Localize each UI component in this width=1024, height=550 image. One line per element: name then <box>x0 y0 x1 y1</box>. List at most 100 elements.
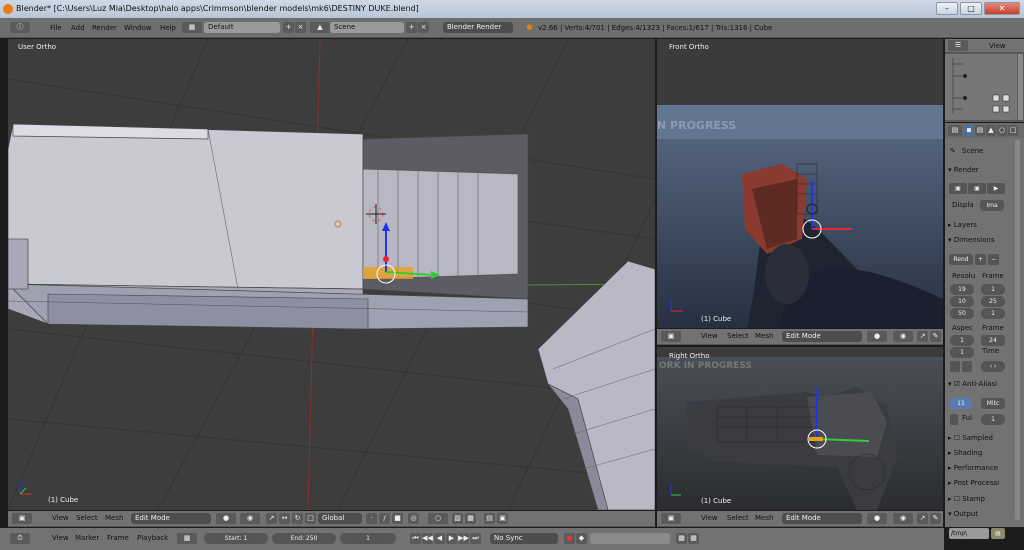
frame-end-field[interactable]: 25 <box>981 296 1005 307</box>
screen-layout-icon[interactable]: ▦ <box>182 22 202 33</box>
remove-preset-button[interactable]: − <box>988 254 999 265</box>
minimize-button[interactable]: – <box>936 2 958 15</box>
keying-icon[interactable]: ◆ <box>576 533 587 544</box>
menu-mesh[interactable]: Mesh <box>105 511 123 526</box>
jump-start-icon[interactable]: ⏮ <box>410 533 421 544</box>
scene-icon[interactable]: ▲ <box>310 22 330 33</box>
filter-size-field[interactable]: 1 <box>981 414 1005 425</box>
outliner-editor-icon[interactable]: ☰ <box>948 40 968 51</box>
viewport-shading-icon[interactable]: ● <box>867 513 887 524</box>
jump-keyframe-forward-icon[interactable]: ▶▶ <box>458 533 469 544</box>
timeline-menu-playback[interactable]: Playback <box>137 531 168 546</box>
timeline-menu-marker[interactable]: Marker <box>75 531 99 546</box>
snap-icon[interactable]: ▧ <box>452 513 463 524</box>
sampled-section-header[interactable]: ▸ ☐ Sampled <box>948 432 1016 445</box>
menu-render[interactable]: Render <box>92 21 117 36</box>
mode-select[interactable]: Edit Mode <box>131 513 211 524</box>
maximize-button[interactable]: □ <box>960 2 982 15</box>
resolution-x-field[interactable]: 19 <box>950 284 974 295</box>
outliner-tree[interactable] <box>945 54 1017 120</box>
object-icon[interactable]: □ <box>1008 125 1018 136</box>
aa-samples-select[interactable]: 11 <box>950 398 972 409</box>
frame-step-field[interactable]: 1 <box>981 308 1005 319</box>
render-animation-button[interactable]: ▣ <box>968 183 986 194</box>
dimensions-section-header[interactable]: ▾ Dimensions <box>948 234 1016 247</box>
output-path-field[interactable]: /tmp\ <box>949 528 989 539</box>
pivot-icon[interactable]: ◉ <box>893 513 913 524</box>
timeline-icon[interactable]: ⏱ <box>10 533 30 544</box>
scene-props-icon[interactable]: ▲ <box>986 125 996 136</box>
edge-select-icon[interactable]: / <box>379 513 390 524</box>
view3d-editor-icon[interactable]: ▣ <box>661 331 681 342</box>
viewport-shading-icon[interactable]: ● <box>216 513 236 524</box>
main-3d-viewport[interactable]: User Ortho (1) Cube <box>8 39 655 510</box>
menu-window[interactable]: Window <box>124 21 152 36</box>
screen-layout-select[interactable]: Default <box>204 22 280 33</box>
timeline-menu-view[interactable]: View <box>52 531 69 546</box>
keying-set-select[interactable] <box>590 533 670 544</box>
resolution-percent-field[interactable]: 50 <box>950 308 974 319</box>
jump-keyframe-back-icon[interactable]: ◀◀ <box>422 533 433 544</box>
properties-editor-icon[interactable]: ▤ <box>948 125 962 136</box>
post-processing-section-header[interactable]: ▸ Post Processi <box>948 477 1016 490</box>
render-engine-select[interactable]: Blender Render <box>443 22 513 33</box>
right-ortho-viewport[interactable]: Right Ortho ORK IN PROGRESS (1) Cube <box>657 347 943 510</box>
orientation-select[interactable]: Global <box>318 513 362 524</box>
remove-screen-icon[interactable]: × <box>295 22 306 33</box>
aspect-y-field[interactable]: 1 <box>950 347 974 358</box>
scale-icon[interactable]: □ <box>305 513 316 524</box>
snap-align-icon[interactable]: ▤ <box>484 513 495 524</box>
snap-target-icon[interactable]: ▦ <box>465 513 476 524</box>
snap-element-icon[interactable]: ▣ <box>497 513 508 524</box>
view3d-editor-icon[interactable]: ▣ <box>12 513 32 524</box>
occlude-icon[interactable]: ◎ <box>408 513 419 524</box>
aspect-x-field[interactable]: 1 <box>950 335 974 346</box>
aa-filter-select[interactable]: Mitc <box>981 398 1005 409</box>
menu-file[interactable]: File <box>50 21 62 36</box>
current-frame-field[interactable]: 1 <box>340 533 396 544</box>
render-section-header[interactable]: ▾ Render <box>948 164 1016 177</box>
right-menu-select[interactable]: Select <box>727 511 749 526</box>
delete-keyframe-icon[interactable]: ▦ <box>688 533 699 544</box>
scene-pin-icon[interactable]: ✎ <box>950 147 956 155</box>
record-icon[interactable]: ● <box>564 533 575 544</box>
mesh-body[interactable] <box>8 123 529 330</box>
preview-range-icon[interactable]: ▦ <box>177 533 197 544</box>
render-image-button[interactable]: ▣ <box>949 183 967 194</box>
right-mode-select[interactable]: Edit Mode <box>782 513 862 524</box>
play-icon[interactable]: ▶ <box>446 533 457 544</box>
start-frame-field[interactable]: Start: 1 <box>204 533 268 544</box>
scene-select[interactable]: Scene <box>330 22 404 33</box>
menu-view[interactable]: View <box>52 511 69 526</box>
stamp-section-header[interactable]: ▸ ☐ Stamp <box>948 493 1016 506</box>
crop-checkbox[interactable] <box>962 361 972 372</box>
output-section-header[interactable]: ▾ Output <box>948 508 1016 521</box>
front-menu-mesh[interactable]: Mesh <box>755 329 773 344</box>
timeline-menu-frame[interactable]: Frame <box>107 531 129 546</box>
menu-add[interactable]: Add <box>71 21 85 36</box>
folder-icon[interactable]: ▤ <box>991 528 1005 539</box>
right-menu-mesh[interactable]: Mesh <box>755 511 773 526</box>
front-menu-select[interactable]: Select <box>727 329 749 344</box>
pivot-icon[interactable]: ◉ <box>240 513 260 524</box>
add-screen-icon[interactable]: + <box>283 22 294 33</box>
view3d-editor-icon[interactable]: ▣ <box>661 513 681 524</box>
info-editor-icon[interactable]: ⓘ <box>10 22 30 33</box>
front-ortho-viewport[interactable]: Front Ortho N PROGRESS (1) Cube <box>657 39 943 328</box>
pivot-icon[interactable]: ◉ <box>893 331 913 342</box>
camera-icon[interactable]: ◾ <box>964 125 974 136</box>
layers-section-header[interactable]: ▸ Layers <box>948 219 1016 232</box>
translate-icon[interactable]: ↔ <box>279 513 290 524</box>
mesh-grip[interactable] <box>537 260 655 510</box>
remove-scene-icon[interactable]: × <box>418 22 429 33</box>
close-button[interactable]: ✕ <box>984 2 1020 15</box>
front-menu-view[interactable]: View <box>701 329 718 344</box>
render-audio-button[interactable]: ▶ <box>987 183 1005 194</box>
anti-aliasing-section-header[interactable]: ▾ ☑ Anti-Aliasi <box>948 378 1016 391</box>
manipulator-icon[interactable]: ↗ <box>917 331 928 342</box>
performance-section-header[interactable]: ▸ Performance <box>948 462 1016 475</box>
properties-scrollbar[interactable] <box>1015 140 1020 520</box>
proportional-icon[interactable]: ○ <box>428 513 448 524</box>
frame-start-field[interactable]: 1 <box>981 284 1005 295</box>
preset-select[interactable]: Rend <box>949 254 973 265</box>
